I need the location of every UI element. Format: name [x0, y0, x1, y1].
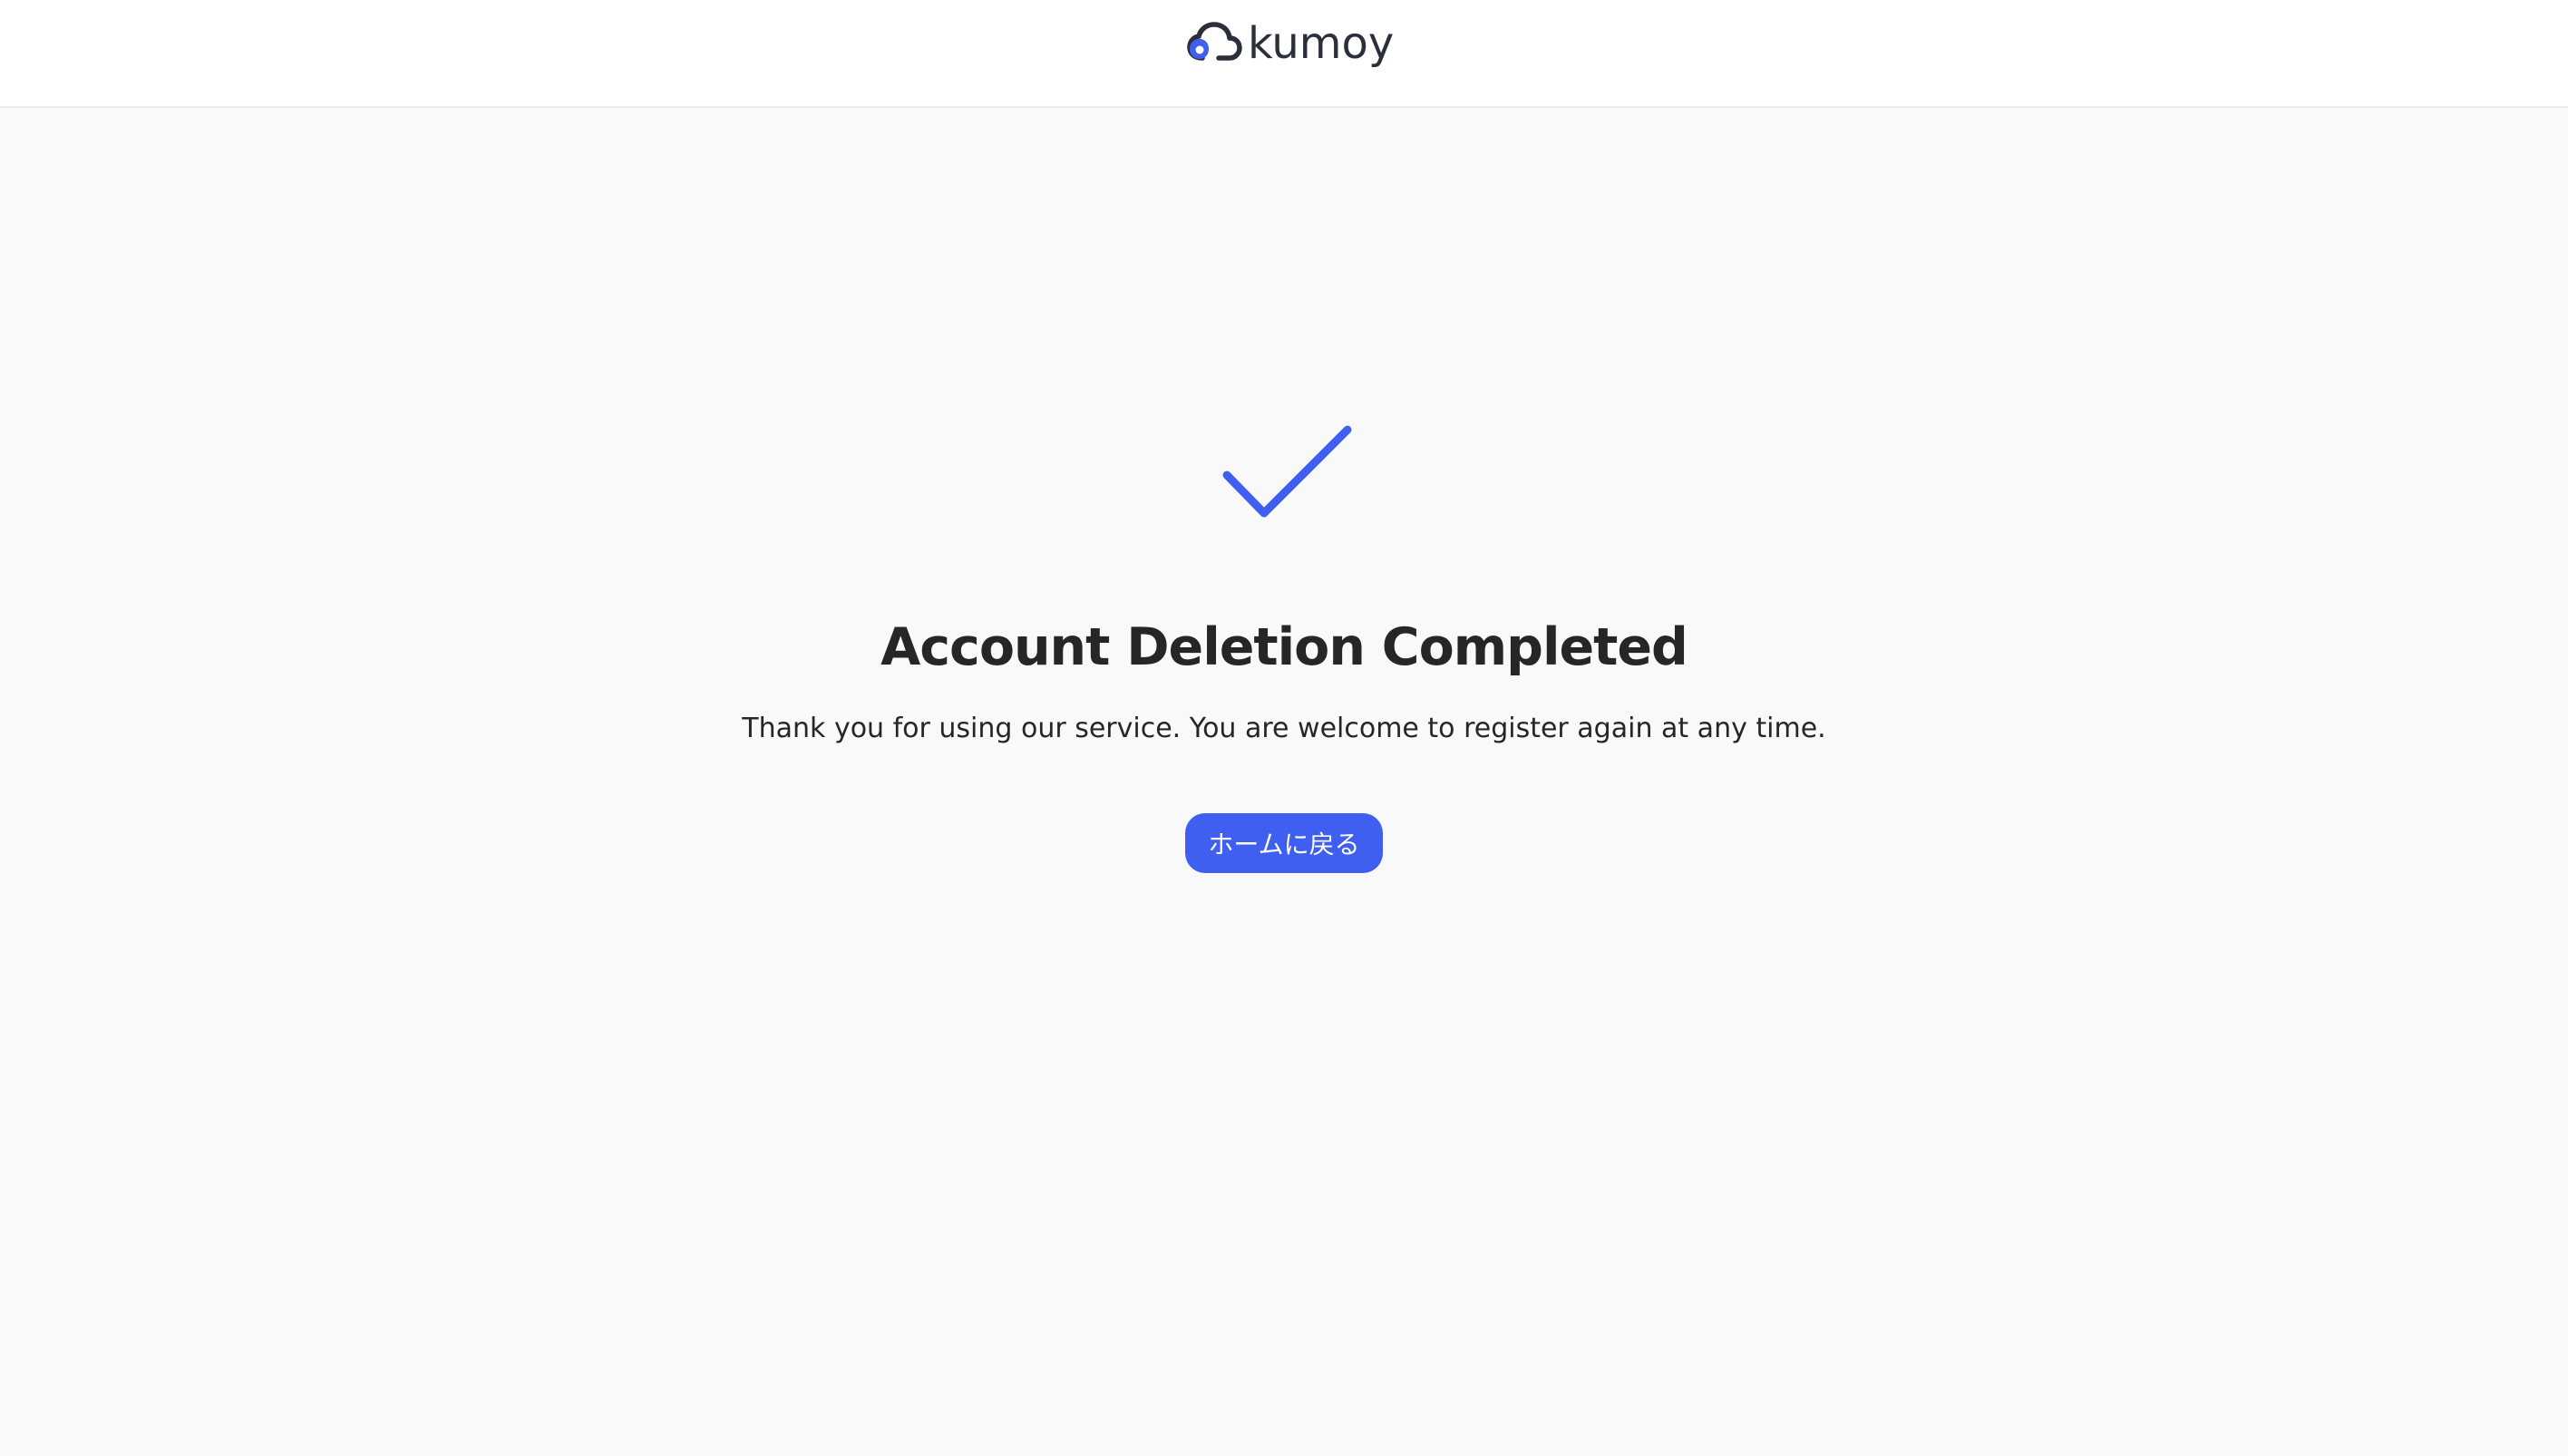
- completion-message: Thank you for using our service. You are…: [742, 713, 1826, 744]
- logo-link[interactable]: kumoy: [1184, 16, 1394, 71]
- page-title: Account Deletion Completed: [880, 617, 1688, 677]
- logo-text: kumoy: [1248, 18, 1395, 69]
- back-to-home-button[interactable]: ホームに戻る: [1185, 813, 1383, 873]
- main-content: [0, 110, 2568, 1456]
- checkmark-icon: [1222, 425, 1352, 518]
- cloud-logo-icon: [1187, 22, 1242, 61]
- top-bar: kumoy: [0, 0, 2568, 108]
